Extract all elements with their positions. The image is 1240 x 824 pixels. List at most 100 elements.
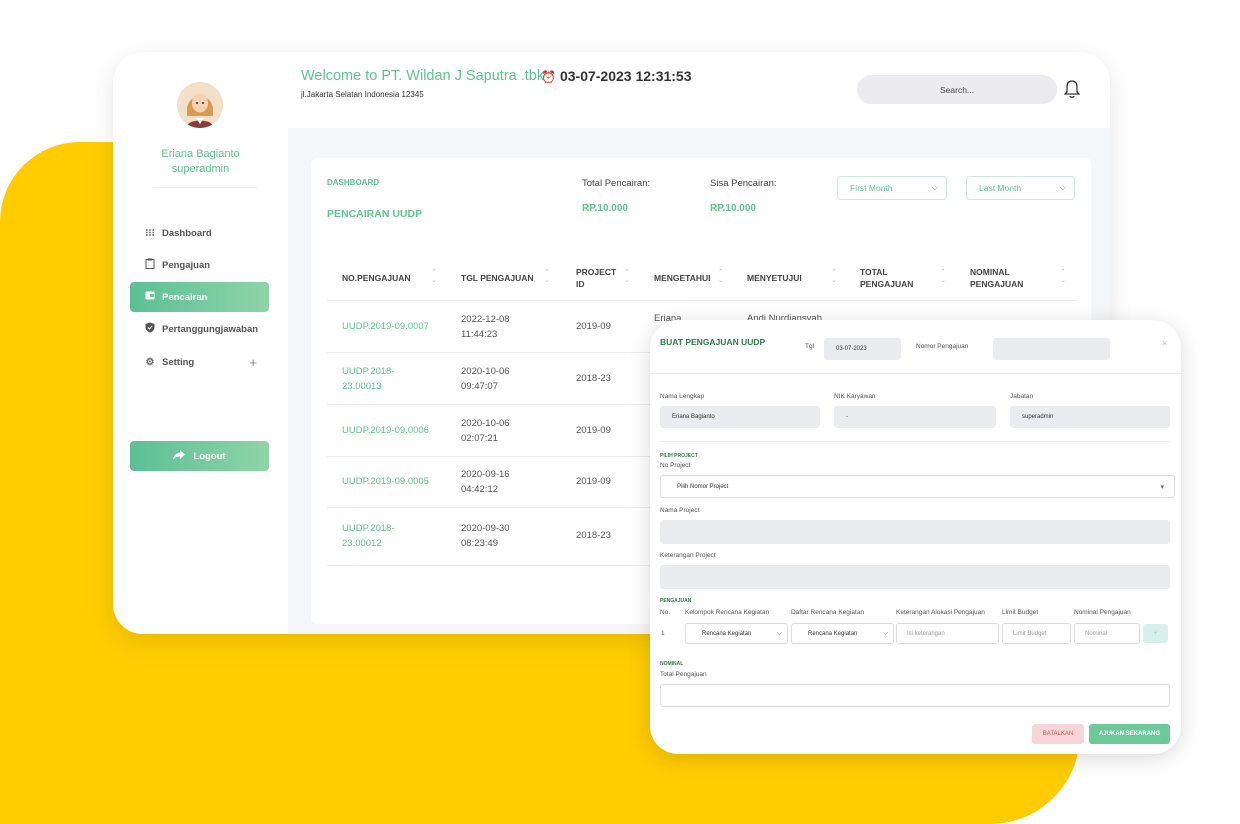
sidebar-item-label: Setting [162, 356, 195, 368]
caret-down-icon: ▾ [1160, 483, 1164, 491]
sort-icon[interactable]: ⌃ ⌄ [544, 268, 550, 284]
logout-button[interactable]: Logout [130, 441, 269, 471]
no-pengajuan-link[interactable]: UUDP.2019-09.0007 [342, 319, 429, 334]
buat-pengajuan-modal: BUAT PENGAJUAN UUDP Tgl 03-07-2023 Nomor… [650, 320, 1181, 754]
column-header-no-pengajuan[interactable]: NO.PENGAJUAN [342, 272, 410, 284]
project-id-cell: 2019-09 [576, 425, 611, 436]
table-divider [327, 300, 1077, 301]
user-role: superadmin [171, 163, 230, 175]
tgl-pengajuan-cell: 2022-12-08 11:44:23 [461, 314, 510, 340]
project-id-cell: 2019-09 [576, 476, 611, 487]
share-arrow-icon [173, 449, 186, 463]
column-header-mengetahui[interactable]: MENGETAHUI [654, 272, 711, 284]
column-header-menyetujui[interactable]: MENYETUJUI [747, 272, 802, 284]
sidebar-item-pencairan[interactable]: Pencairan [130, 282, 269, 312]
column-header-total-pengajuan[interactable]: TOTAL PENGAJUAN [860, 266, 920, 290]
sort-icon[interactable]: ⌃ ⌄ [431, 268, 437, 284]
submit-label: AJUKAN SEKARANG [1098, 731, 1160, 737]
column-header-tgl-pengajuan[interactable]: TGL PENGAJUAN [461, 272, 534, 284]
plus-icon[interactable]: + [249, 355, 257, 370]
nomor-pengajuan-field[interactable] [993, 338, 1110, 360]
search-input[interactable]: Search... [857, 75, 1057, 104]
nama-lengkap-value: Eriana Bagianto [672, 414, 715, 420]
total-pengajuan-label: Total Pengajuan [660, 671, 707, 678]
nominal-section: NOMINAL [660, 661, 684, 667]
no-pengajuan-link[interactable]: UUDP.2019-09.0005 [342, 474, 429, 489]
panel-title: PENCAIRAN UUDP [327, 208, 423, 220]
col-header-limit: Limit Budget [1002, 609, 1039, 616]
no-pengajuan-link[interactable]: UUDP.2019-09.0006 [342, 423, 429, 438]
select-value: First Month [850, 183, 893, 193]
cancel-button[interactable]: BATALKAN [1032, 724, 1084, 744]
keterangan-alokasi-input[interactable]: Isi keterangan [896, 623, 999, 644]
add-row-button[interactable]: + [1143, 624, 1168, 643]
last-month-select[interactable]: Last Month ⌵ [966, 176, 1075, 200]
kelompok-rencana-select[interactable]: Rencana Kegiatan ⌵ [685, 623, 788, 644]
no-project-select[interactable]: Pilih Nomor Project ▾ [660, 475, 1175, 498]
no-pengajuan-link[interactable]: UUDP.2018-23.00012 [342, 521, 412, 551]
alarm-clock-icon: ⏰ [541, 70, 556, 84]
sort-icon[interactable]: ⌃ ⌄ [831, 268, 837, 284]
nominal-input[interactable]: Nominal [1074, 623, 1140, 644]
col-header-no: No. [660, 609, 671, 616]
modal-divider [660, 441, 1170, 442]
sidebar-item-label: Pengajuan [162, 259, 211, 271]
sidebar-item-dashboard[interactable]: ⁝⁝⁝ Dashboard [130, 218, 269, 248]
col-header-daftar: Daftar Rencana Kegiatan [791, 609, 864, 616]
total-pengajuan-input[interactable] [660, 684, 1170, 707]
nik-label: NIK Karyawan [834, 393, 876, 400]
nama-project-label: Nama Project [660, 507, 700, 514]
row-number: 1 [661, 630, 665, 637]
modal-divider [650, 373, 1181, 374]
daftar-value: Rencana Kegiatan [808, 630, 858, 637]
no-project-label: No Project [660, 462, 691, 469]
clipboard-icon [144, 258, 156, 272]
datetime-display: ⏰ 03-07-2023 12:31:53 [541, 68, 692, 84]
column-header-project-id[interactable]: PROJECT ID [576, 266, 616, 290]
tgl-field[interactable]: 03-07-2023 [824, 338, 901, 360]
sort-icon[interactable]: ⌃ ⌄ [940, 268, 946, 284]
page-title: Welcome to PT. Wildan J Saputra .tbk [301, 68, 545, 84]
no-pengajuan-link[interactable]: UUDP.2018-23.00013 [342, 364, 412, 394]
chevron-down-icon: ⌵ [931, 183, 938, 192]
tgl-pengajuan-cell: 2020-09-16 04:42:12 [461, 469, 510, 495]
breadcrumb[interactable]: DASHBOARD [327, 178, 379, 187]
project-id-cell: 2018-23 [576, 373, 611, 384]
tgl-pengajuan-cell: 2020-10-06 02:07:21 [461, 418, 510, 444]
sort-icon[interactable]: ⌃ ⌄ [624, 268, 630, 284]
sidebar-item-pengajuan[interactable]: Pengajuan [130, 250, 269, 280]
company-address: jl.Jakarta Selatan Indonesia 12345 [301, 90, 424, 99]
sidebar: Eriana Bagianto superadmin ⁝⁝⁝ Dashboard… [113, 52, 288, 634]
jabatan-field[interactable]: superadmin [1010, 406, 1170, 428]
limit-budget-input[interactable]: Limit Budget [1002, 623, 1071, 644]
user-name: Eriana Bagianto [161, 148, 240, 160]
sidebar-divider [153, 187, 257, 188]
chevron-down-icon: ⌵ [1059, 183, 1066, 192]
select-value: Last Month [979, 183, 1022, 193]
sort-icon[interactable]: ⌃ ⌄ [1060, 268, 1066, 284]
tgl-pengajuan-cell: 2020-09-30 08:23:49 [461, 523, 510, 549]
column-header-nominal-pengajuan[interactable]: NOMINAL PENGAJUAN [970, 266, 1030, 290]
sidebar-item-setting[interactable]: ⚙ Setting + [130, 347, 269, 377]
tgl-pengajuan-cell: 2020-10-06 09:47:07 [461, 366, 510, 392]
nama-project-field[interactable] [660, 520, 1170, 544]
keterangan-project-field[interactable] [660, 565, 1170, 589]
pengajuan-section: PENGAJUAN [660, 598, 692, 604]
close-icon[interactable]: × [1162, 338, 1167, 348]
bell-icon[interactable] [1063, 79, 1081, 99]
sidebar-item-pertanggungjawaban[interactable]: Pertanggungjawaban [130, 314, 269, 344]
jabatan-value: superadmin [1022, 414, 1054, 420]
sidebar-item-label: Pertanggungjawaban [162, 323, 259, 335]
pilih-project-section: PILIH PROJECT [660, 453, 698, 459]
project-id-cell: 2018-23 [576, 530, 611, 541]
keterangan-project-label: Keterangan Project [660, 552, 716, 559]
col-header-keterangan: Keterangan Alokasi Pengajuan [896, 609, 985, 616]
nik-field[interactable]: - [834, 406, 996, 428]
nominal-placeholder: Nominal [1085, 630, 1108, 637]
sort-icon[interactable]: ⌃ ⌄ [718, 268, 724, 284]
daftar-rencana-select[interactable]: Rencana Kegiatan ⌵ [791, 623, 894, 644]
sidebar-item-label: Pencairan [162, 291, 208, 303]
first-month-select[interactable]: First Month ⌵ [837, 176, 947, 200]
nama-lengkap-field[interactable]: Eriana Bagianto [660, 406, 820, 428]
submit-button[interactable]: AJUKAN SEKARANG [1089, 724, 1170, 744]
